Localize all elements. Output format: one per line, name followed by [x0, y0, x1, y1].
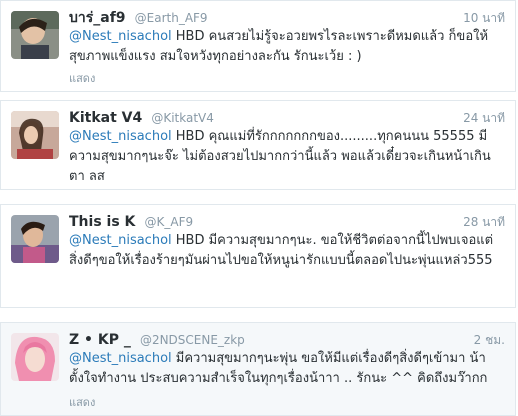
- tweet-header: บาร่_af9 @Earth_AF9 10 นาที: [69, 7, 505, 28]
- tweet-header: Z • KP _ @2NDSCENE_zkp 2 ชม.: [69, 329, 505, 350]
- user-name[interactable]: Z • KP _: [69, 332, 131, 348]
- tweet-text: @Nest_nisachol HBD คุณแม่ที่รักกกกกกกของ…: [69, 127, 507, 187]
- tweet-text: @Nest_nisachol HBD คนสวยไม่รู้จะอวยพรไรล…: [69, 27, 507, 67]
- avatar[interactable]: [11, 111, 59, 159]
- user-name[interactable]: Kitkat V4: [69, 110, 142, 126]
- user-handle[interactable]: @2NDSCENE_zkp: [140, 333, 245, 347]
- tweet-header: Kitkat V4 @KitkatV4 24 นาที: [69, 107, 505, 128]
- user-name[interactable]: This is K: [69, 214, 135, 230]
- avatar[interactable]: [11, 215, 59, 263]
- avatar[interactable]: [11, 333, 59, 381]
- timestamp[interactable]: 10 นาที: [463, 9, 505, 28]
- timestamp[interactable]: 24 นาที: [463, 109, 505, 128]
- mention-link[interactable]: @Nest_nisachol: [69, 29, 172, 44]
- user-handle[interactable]: @KitkatV4: [151, 111, 214, 125]
- tweet-header: This is K @K_AF9 28 นาที: [69, 211, 505, 232]
- tweet-item[interactable]: บาร่_af9 @Earth_AF9 10 นาที @Nest_nisach…: [0, 0, 516, 92]
- user-name[interactable]: บาร่_af9: [69, 10, 126, 26]
- mention-link[interactable]: @Nest_nisachol: [69, 233, 172, 248]
- tweet-item[interactable]: Kitkat V4 @KitkatV4 24 นาที @Nest_nisach…: [0, 100, 516, 190]
- expand-link[interactable]: แสดง: [69, 393, 95, 411]
- expand-link[interactable]: แสดง: [69, 69, 95, 87]
- tweet-text: @Nest_nisachol HBD มีความสุขมากๆนะ. ขอให…: [69, 231, 507, 271]
- avatar[interactable]: [11, 11, 59, 59]
- user-handle[interactable]: @Earth_AF9: [135, 11, 208, 25]
- tweet-item[interactable]: Z • KP _ @2NDSCENE_zkp 2 ชม. @Nest_nisac…: [0, 322, 516, 416]
- mention-link[interactable]: @Nest_nisachol: [69, 351, 172, 366]
- tweet-text: @Nest_nisachol มีความสุขมากๆนะพุ่น ขอให้…: [69, 349, 507, 389]
- tweet-feed: บาร่_af9 @Earth_AF9 10 นาที @Nest_nisach…: [0, 0, 518, 416]
- mention-link[interactable]: @Nest_nisachol: [69, 129, 172, 144]
- user-handle[interactable]: @K_AF9: [144, 215, 193, 229]
- timestamp[interactable]: 28 นาที: [463, 213, 505, 232]
- tweet-item[interactable]: This is K @K_AF9 28 นาที @Nest_nisachol …: [0, 204, 516, 308]
- timestamp[interactable]: 2 ชม.: [474, 331, 505, 350]
